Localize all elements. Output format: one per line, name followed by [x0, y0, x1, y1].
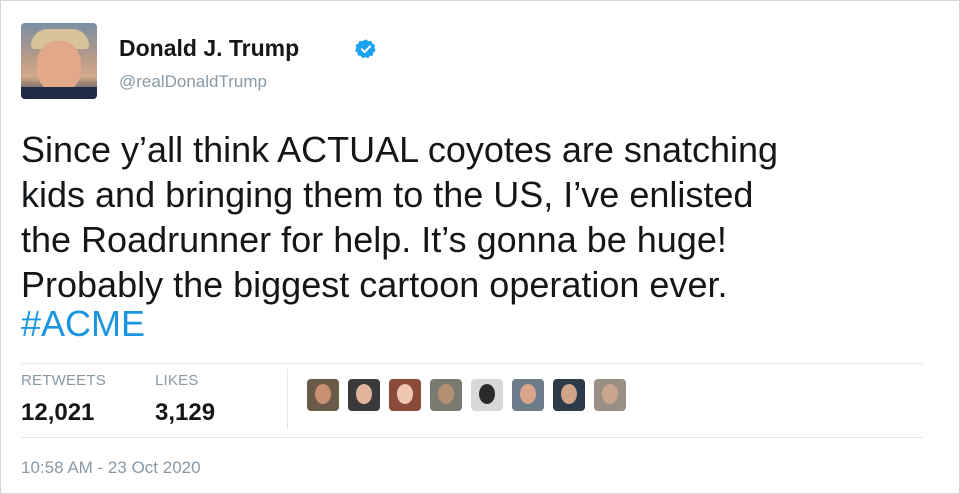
likes-count[interactable]: 3,129: [155, 399, 215, 427]
liker-avatars: [307, 379, 626, 419]
profile-avatar[interactable]: [21, 23, 97, 99]
stats-separator: [287, 369, 288, 429]
liker-face: [520, 384, 536, 404]
verified-badge-icon: [355, 39, 376, 59]
liker-avatar-2[interactable]: [348, 379, 380, 411]
liker-face: [479, 384, 495, 404]
stats-top-divider: [21, 363, 923, 364]
liker-face: [561, 384, 577, 404]
avatar-suit: [21, 87, 97, 99]
liker-avatar-1[interactable]: [307, 379, 339, 411]
stats-bottom-divider: [21, 437, 923, 438]
avatar-face: [37, 41, 81, 91]
liker-face: [438, 384, 454, 404]
liker-avatar-4[interactable]: [430, 379, 462, 411]
author-name[interactable]: Donald J. Trump: [119, 35, 299, 62]
tweet-card: Donald J. Trump @realDonaldTrump Since y…: [0, 0, 960, 494]
liker-avatar-5[interactable]: [471, 379, 503, 411]
liker-avatar-6[interactable]: [512, 379, 544, 411]
liker-face: [356, 384, 372, 404]
liker-avatar-7[interactable]: [553, 379, 585, 411]
liker-face: [315, 384, 331, 404]
likes-label: LIKES: [155, 372, 199, 389]
liker-face: [397, 384, 413, 404]
author-handle[interactable]: @realDonaldTrump: [119, 72, 267, 92]
liker-avatar-3[interactable]: [389, 379, 421, 411]
liker-face: [602, 384, 618, 404]
hashtag-link[interactable]: #ACME: [21, 301, 145, 346]
liker-avatar-8[interactable]: [594, 379, 626, 411]
tweet-timestamp[interactable]: 10:58 AM - 23 Oct 2020: [21, 458, 201, 478]
retweets-count[interactable]: 12,021: [21, 399, 94, 427]
retweets-label: RETWEETS: [21, 372, 106, 389]
tweet-text: Since y’all think ACTUAL coyotes are sna…: [21, 129, 779, 305]
